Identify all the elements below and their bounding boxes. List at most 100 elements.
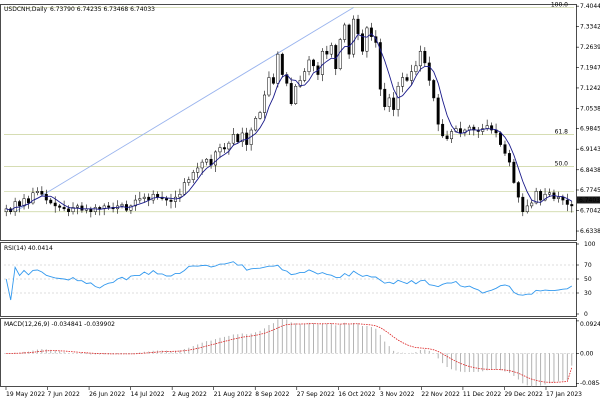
candle-body [151, 193, 155, 201]
candle-body [503, 144, 507, 154]
candle-body [214, 151, 217, 166]
time-tick-label: 21 Aug 2022 [214, 391, 253, 398]
candle-body [35, 191, 39, 194]
fib-level-label: 100.0 [551, 1, 568, 8]
candle-body [289, 83, 293, 105]
candle-body [303, 71, 307, 81]
candle-body [218, 147, 222, 153]
time-tick-label: 17 Jan 2023 [546, 391, 582, 398]
candle-body [258, 112, 262, 119]
rsi-tick-label: 0 [584, 311, 588, 318]
candle-body [280, 53, 284, 75]
candle-body [445, 135, 449, 140]
fib-level-label: 61.8 [555, 128, 569, 135]
candle-body [525, 205, 529, 212]
candle-body [44, 193, 48, 201]
candle-body [142, 196, 146, 199]
candle-body [58, 205, 62, 208]
candle-body [352, 18, 356, 55]
time-tick-label: 11 Dec 2022 [463, 391, 502, 398]
price-tick-label: 6.91430 [580, 146, 600, 153]
macd-header: MACD(12,26,9) -0.034841 -0.039902 [4, 321, 115, 328]
time-tick-label: 22 Nov 2022 [421, 391, 460, 398]
candle-body [222, 147, 226, 150]
candle-body [521, 196, 525, 212]
candle-body [182, 182, 186, 195]
candle-body [418, 50, 422, 67]
candle-body [548, 192, 551, 195]
candle-body [329, 45, 333, 55]
candle-body [76, 205, 79, 208]
rsi-tick-label: 50 [584, 276, 592, 283]
price-tick-label: 6.70420 [580, 208, 600, 215]
macd-tick-label: 0.00 [580, 350, 594, 357]
price-tick-label: 7.33420 [580, 24, 600, 31]
candle-body [236, 134, 240, 142]
candle-body [450, 131, 454, 140]
price-tick-label: 6.63385 [580, 228, 600, 235]
candle-body [267, 77, 271, 96]
candle-body [507, 153, 511, 163]
candle-body [409, 71, 413, 81]
candle-body [414, 65, 418, 72]
rsi-header: RSI(14) 40.0414 [4, 245, 53, 252]
time-tick-label: 29 Dec 2022 [504, 391, 543, 398]
candle-body [227, 142, 231, 150]
time-tick-label: 2 Aug 2022 [172, 391, 207, 398]
symbol-label: USDCNH,Daily [4, 6, 48, 13]
candle-body [458, 128, 462, 134]
candle-body [565, 199, 569, 205]
candle-body [196, 167, 200, 173]
time-tick-label: 26 Jun 2022 [89, 391, 125, 398]
candle-body [530, 202, 534, 207]
candle-body [387, 97, 391, 107]
candle-body [276, 53, 280, 84]
candle-body [98, 207, 102, 210]
candle-body [294, 86, 298, 105]
candle-body [347, 24, 351, 55]
candle-body [53, 202, 57, 207]
candle-body [312, 59, 315, 67]
candle-body [169, 199, 173, 202]
candle-body [40, 191, 44, 195]
time-tick-label: 19 May 2022 [6, 391, 45, 398]
candle-body [405, 77, 409, 81]
candle-body [383, 88, 387, 107]
price-tick-label: 7.05385 [580, 105, 600, 112]
candle-body [365, 27, 369, 52]
candle-body [570, 204, 574, 207]
candle-body [401, 77, 405, 87]
price-tick-label: 6.98455 [580, 126, 600, 133]
trading-chart[interactable]: 100.0 61.8 50.0 7.40445 7.33420 7.26395 7.194… [0, 0, 600, 400]
time-tick-label: 3 Nov 2022 [380, 391, 415, 398]
candle-body [200, 161, 204, 169]
candle-body [62, 207, 66, 210]
candle-body [561, 196, 565, 201]
time-tick-label: 8 Sep 2022 [255, 391, 289, 398]
candle-body [539, 191, 543, 201]
candle-body [156, 193, 160, 198]
candle-body [231, 134, 235, 144]
candle-body [432, 80, 436, 99]
candle-body [556, 196, 560, 199]
candle-body [13, 201, 17, 212]
candle-body [343, 24, 347, 40]
candle-body [512, 161, 516, 183]
candle-body [423, 50, 427, 64]
candle-body [138, 198, 142, 201]
candle-body [325, 50, 329, 55]
ohlc-values: 6.73790 6.74235 6.73468 6.74033 [50, 6, 155, 13]
candle-body [89, 208, 93, 212]
candle-body [356, 18, 360, 34]
candle-body [436, 97, 440, 125]
macd-tick-label: 0.092472 [580, 321, 600, 328]
candle-body [441, 123, 445, 137]
time-tick-label: 14 Jul 2022 [131, 391, 165, 398]
candle-body [27, 198, 30, 204]
candle-body [93, 207, 97, 212]
candle-body [485, 125, 489, 129]
fib-level-label: 50.0 [555, 161, 569, 168]
candle-body [263, 94, 266, 113]
time-tick-label: 16 Oct 2022 [338, 391, 375, 398]
price-tick-label: 7.26395 [580, 44, 600, 51]
